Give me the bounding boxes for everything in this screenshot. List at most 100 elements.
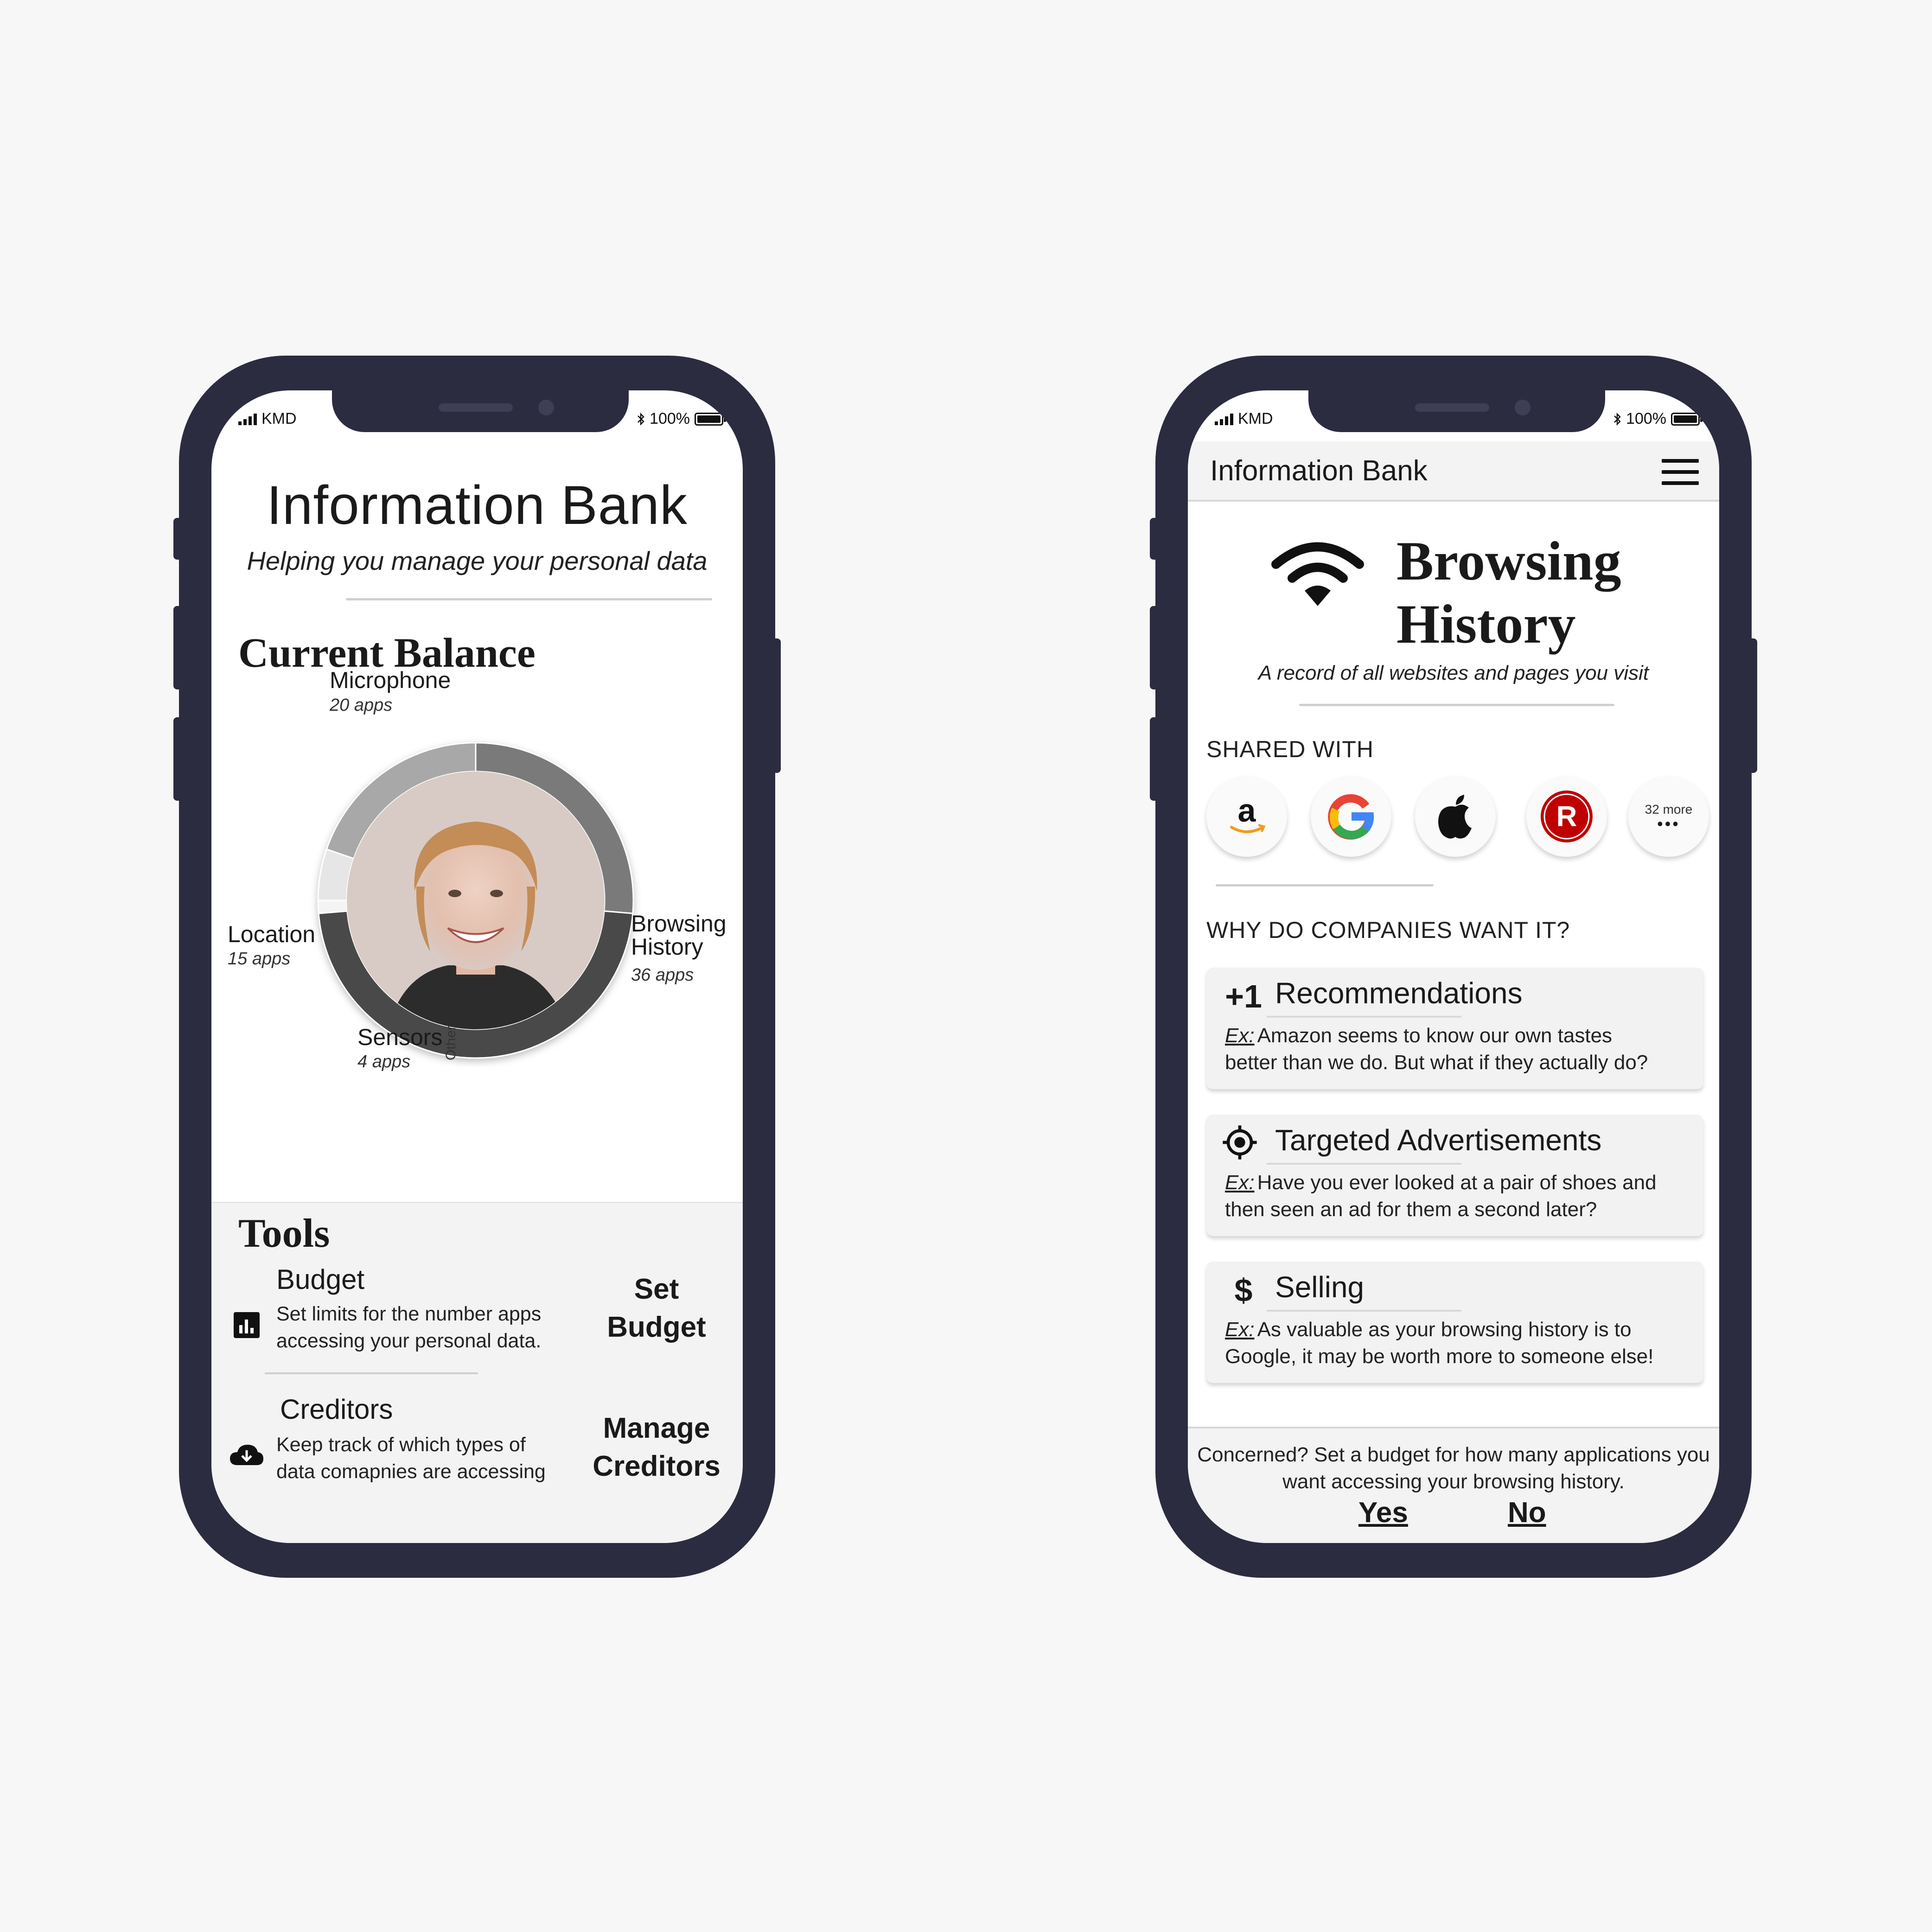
category-count-microphone: 20 apps	[330, 695, 393, 715]
creditors-desc-line2: data comapnies are accessing	[276, 1460, 546, 1483]
category-count-sensors: 4 apps	[357, 1052, 411, 1071]
reason-line1: As valuable as your browsing history is …	[1257, 1318, 1632, 1341]
notch	[1308, 390, 1605, 432]
category-count-browsing-history: 36 apps	[631, 965, 694, 985]
svg-text:R: R	[1556, 801, 1577, 833]
no-button[interactable]: No	[1508, 1496, 1546, 1529]
bar-chart-icon	[234, 1312, 260, 1338]
speaker	[1415, 403, 1489, 412]
front-camera	[538, 400, 554, 415]
reason-line1: Amazon seems to know our own tastes	[1257, 1024, 1613, 1047]
wifi-icon	[1271, 542, 1364, 606]
reason-line1: Have you ever looked at a pair of shoes …	[1257, 1171, 1657, 1194]
reason-text: Ex: Have you ever looked at a pair of sho…	[1225, 1169, 1689, 1223]
more-companies-button[interactable]: 32 more •••	[1628, 776, 1709, 857]
set-budget-label-1: Set	[634, 1273, 679, 1305]
reason-line2: Google, it may be worth more to someone …	[1225, 1345, 1654, 1368]
budget-desc-line2: accessing your personal data.	[276, 1330, 542, 1352]
google-logo-icon	[1328, 794, 1374, 840]
battery-icon	[1671, 412, 1702, 426]
status-left: KMD	[238, 410, 297, 428]
detail-title-line1: Browsing	[1396, 530, 1621, 592]
reason-title-underline	[1267, 1310, 1461, 1312]
google-logo[interactable]	[1311, 776, 1391, 857]
home-screen: KMD 100% Information Bank Helping you ma…	[211, 390, 743, 1543]
reason-title: Targeted Advertisements	[1275, 1123, 1602, 1157]
hamburger-menu-icon[interactable]	[1662, 459, 1699, 485]
amazon-logo-icon: a	[1230, 792, 1266, 833]
tools-panel: Tools Budget Set limits for the number a…	[211, 1202, 743, 1543]
reason-text: Ex: Amazon seems to know our own tastes b…	[1225, 1022, 1689, 1076]
reason-card-recommendations[interactable]: +1 Recommendations Ex: Amazon seems to kn…	[1206, 968, 1703, 1089]
mute-switch	[173, 518, 184, 560]
reason-title: Selling	[1275, 1270, 1365, 1304]
carrier-label: KMD	[261, 410, 297, 427]
set-budget-button[interactable]: Set Budget	[582, 1270, 731, 1346]
detail-title-line2: History	[1396, 593, 1576, 655]
battery-percent: 100%	[650, 410, 690, 427]
volume-up-button	[1150, 606, 1160, 689]
mute-switch	[1150, 518, 1160, 560]
cloud-download-icon	[230, 1445, 263, 1465]
budget-prompt-text: Concerned? Set a budget for how many app…	[1188, 1441, 1719, 1495]
rakuten-logo-icon: R	[1541, 791, 1593, 842]
apple-logo[interactable]	[1415, 776, 1496, 857]
category-label-sensors: Sensors	[357, 1024, 443, 1050]
app-title: Information Bank	[1210, 455, 1428, 487]
bluetooth-icon	[638, 412, 644, 426]
manage-creditors-label-1: Manage	[603, 1412, 710, 1444]
balance-chart	[317, 742, 634, 1059]
tools-title: Tools	[238, 1211, 330, 1256]
power-button	[1747, 638, 1757, 773]
volume-down-button	[173, 717, 184, 801]
target-icon	[1223, 1125, 1257, 1160]
prompt-line1: Concerned? Set a budget for how many app…	[1197, 1443, 1710, 1466]
category-label-browsing-history: Browsing History	[631, 911, 727, 960]
notch	[332, 390, 629, 432]
creditors-title: Creditors	[280, 1394, 393, 1425]
detail-subtitle: A record of all websites and pages you v…	[1258, 662, 1649, 684]
plus-one-icon: +1	[1225, 978, 1262, 1014]
reason-line2: better than we do. But what if they actu…	[1225, 1051, 1648, 1074]
page-title: Information Bank	[266, 475, 688, 536]
detail-title: Browsing History	[1396, 529, 1621, 656]
page-subtitle: Helping you manage your personal data	[247, 546, 708, 575]
budget-description: Set limits for the number apps accessing…	[276, 1301, 541, 1354]
dollar-icon: $	[1234, 1272, 1253, 1308]
example-prefix: Ex:	[1225, 1024, 1255, 1047]
rakuten-logo[interactable]: R	[1526, 776, 1607, 857]
reason-card-selling[interactable]: $ Selling Ex: As valuable as your browsin…	[1206, 1262, 1703, 1383]
budget-title: Budget	[276, 1264, 365, 1295]
example-prefix: Ex:	[1225, 1171, 1255, 1194]
battery-icon	[695, 412, 726, 426]
shared-divider	[1216, 884, 1434, 886]
signal-icon	[238, 413, 257, 425]
front-camera	[1515, 400, 1530, 415]
creditors-description: Keep track of which types of data comapn…	[276, 1431, 546, 1485]
prompt-line2: want accessing your browsing history.	[1282, 1470, 1625, 1493]
amazon-logo[interactable]: a	[1206, 776, 1287, 857]
phone-frame-detail: KMD 100% Information Bank Browsing Histo…	[1150, 356, 1757, 1578]
budget-desc-line1: Set limits for the number apps	[276, 1303, 542, 1325]
svg-text:a: a	[1238, 792, 1256, 829]
power-button	[771, 638, 781, 773]
phone-frame-home: KMD 100% Information Bank Helping you ma…	[173, 356, 781, 1578]
category-label-other: Other	[443, 1025, 459, 1060]
title-divider	[346, 598, 712, 600]
status-right: 100%	[637, 410, 726, 428]
status-right: 100%	[1613, 410, 1702, 428]
battery-percent: 100%	[1626, 410, 1666, 427]
volume-up-button	[173, 606, 184, 689]
reason-card-targeted-ads[interactable]: Targeted Advertisements Ex: Have you ever…	[1206, 1115, 1703, 1236]
reason-text: Ex: As valuable as your browsing history …	[1225, 1316, 1689, 1370]
title-divider	[1299, 704, 1614, 706]
shared-with-label: SHARED WITH	[1206, 736, 1374, 762]
reason-title-underline	[1267, 1016, 1461, 1018]
speaker	[439, 403, 513, 412]
example-prefix: Ex:	[1225, 1318, 1255, 1341]
signal-icon	[1215, 413, 1233, 425]
budget-prompt: Concerned? Set a budget for how many app…	[1188, 1427, 1719, 1543]
bluetooth-icon	[1614, 412, 1621, 426]
yes-button[interactable]: Yes	[1358, 1496, 1408, 1529]
manage-creditors-button[interactable]: Manage Creditors	[582, 1409, 731, 1486]
